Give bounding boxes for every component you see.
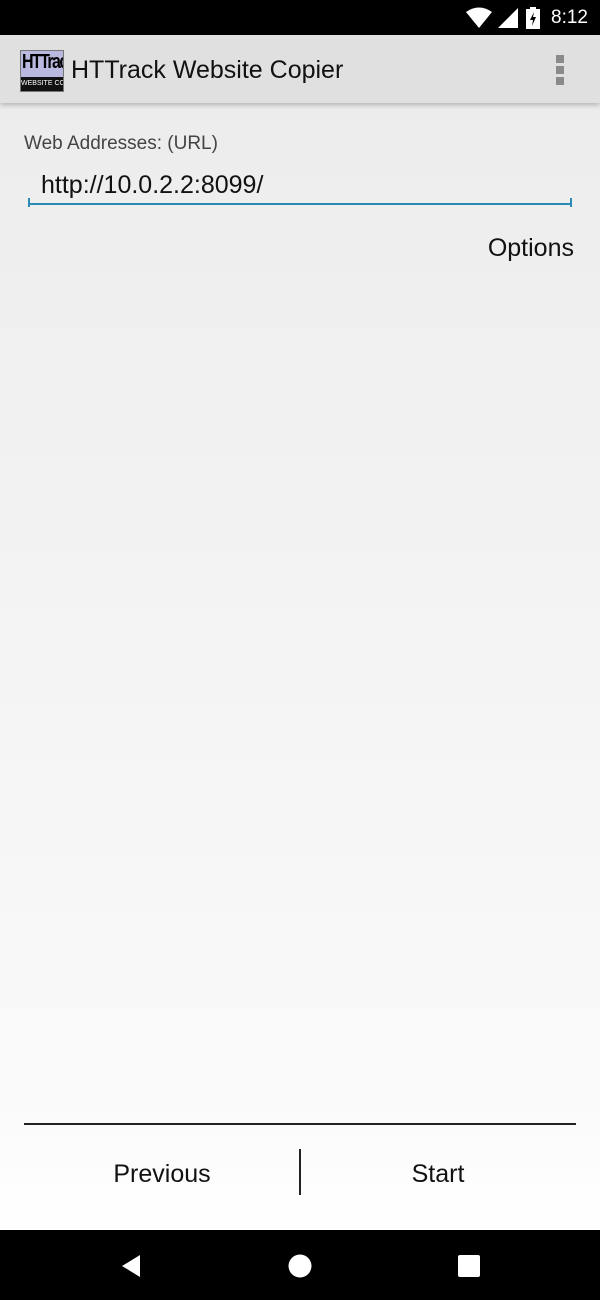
options-button[interactable]: Options — [488, 234, 574, 263]
status-time: 8:12 — [551, 7, 588, 28]
previous-button[interactable]: Previous — [24, 1125, 300, 1223]
signal-icon — [498, 8, 518, 28]
app-logo: HTTrack WEBSITE COPIER — [20, 50, 64, 92]
url-input-edge-right — [570, 198, 572, 207]
url-input-edge-left — [28, 198, 30, 207]
logo-subtitle: WEBSITE COPIER — [21, 77, 63, 91]
url-input[interactable] — [28, 167, 572, 205]
wifi-icon — [466, 7, 492, 28]
recents-icon[interactable] — [456, 1253, 482, 1279]
app-bar: HTTrack WEBSITE COPIER HTTrack Website C… — [0, 35, 600, 103]
battery-charging-icon — [526, 7, 540, 29]
back-icon[interactable] — [118, 1253, 144, 1279]
navigation-bar — [0, 1230, 600, 1300]
start-button[interactable]: Start — [300, 1125, 576, 1223]
logo-title: HTTrack — [22, 51, 63, 73]
url-label: Web Addresses: (URL) — [24, 133, 218, 154]
app-title: HTTrack Website Copier — [71, 56, 344, 84]
overflow-menu-icon[interactable] — [546, 53, 574, 87]
home-icon[interactable] — [287, 1253, 313, 1279]
status-bar: 8:12 — [0, 0, 600, 35]
